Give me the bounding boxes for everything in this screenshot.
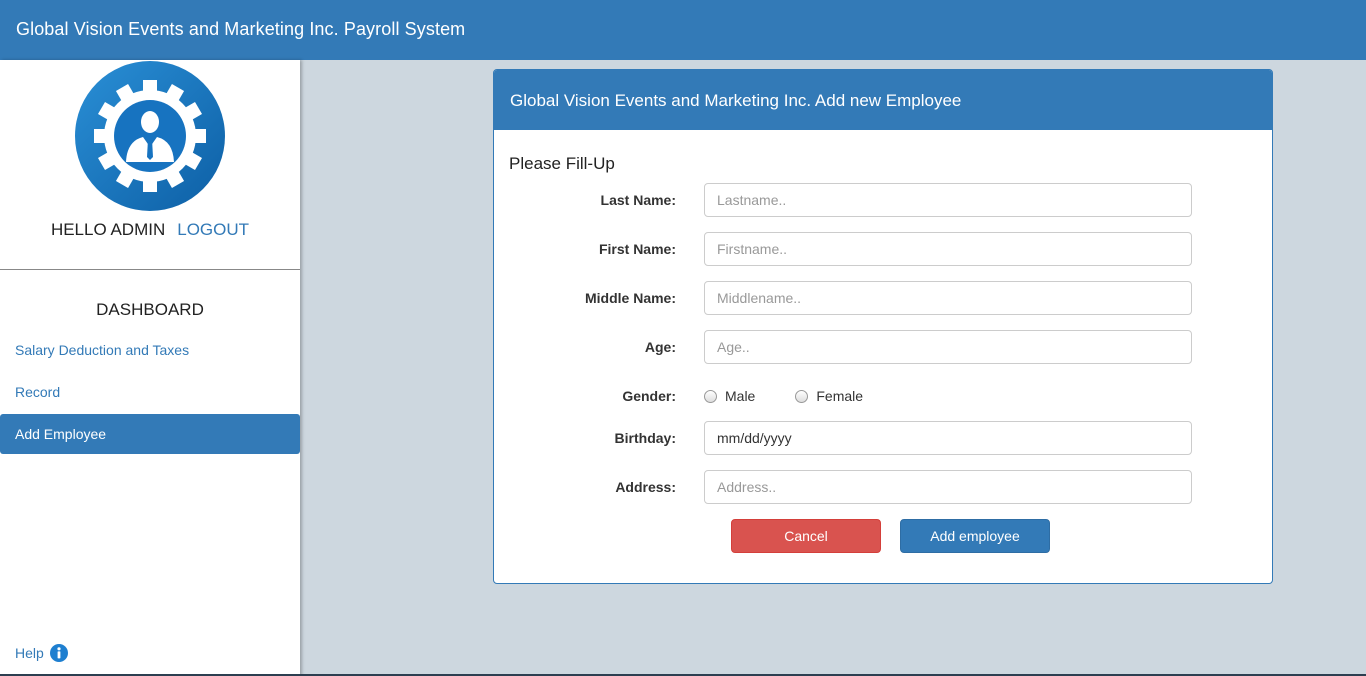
middle-name-label: Middle Name: [584, 290, 676, 306]
info-icon [49, 644, 68, 662]
sidebar-item-add-employee[interactable]: Add Employee [0, 414, 300, 454]
help-label: Help [15, 645, 44, 661]
gender-label: Gender: [622, 388, 676, 404]
address-label: Address: [615, 479, 676, 495]
last-name-label: Last Name: [600, 192, 676, 208]
birthday-input[interactable] [704, 421, 1192, 455]
address-input[interactable] [704, 470, 1192, 504]
middle-name-row: Middle Name: [494, 281, 1272, 315]
gender-male-radio[interactable] [704, 389, 717, 403]
sidebar: HELLO ADMIN LOGOUT DASHBOARD Salary Deduc… [0, 60, 300, 676]
gender-male-label[interactable]: Male [725, 388, 755, 404]
age-row: Age: [494, 330, 1272, 364]
logout-link[interactable]: LOGOUT [177, 220, 249, 239]
birthday-label: Birthday: [614, 430, 676, 446]
admin-gear-icon [75, 61, 225, 211]
gender-radio-group: Male Female [704, 379, 903, 413]
middle-name-input[interactable] [704, 281, 1192, 315]
first-name-input[interactable] [704, 232, 1192, 266]
panel-title: Global Vision Events and Marketing Inc. … [494, 70, 1272, 130]
help-link[interactable]: Help [15, 644, 68, 662]
first-name-label: First Name: [598, 241, 676, 257]
top-bar: Global Vision Events and Marketing Inc. … [0, 0, 1366, 60]
sidebar-item-record[interactable]: Record [0, 372, 300, 412]
gender-female-radio[interactable] [795, 389, 809, 403]
last-name-input[interactable] [704, 183, 1192, 217]
age-input[interactable] [704, 330, 1192, 364]
address-row: Address: [494, 470, 1272, 504]
add-employee-panel: Global Vision Events and Marketing Inc. … [493, 69, 1273, 584]
add-employee-button[interactable]: Add employee [900, 519, 1050, 553]
age-label: Age: [644, 339, 676, 355]
cancel-button[interactable]: Cancel [731, 519, 881, 553]
form-subtitle: Please Fill-Up [509, 154, 615, 173]
app-title: Global Vision Events and Marketing Inc. … [16, 19, 466, 39]
greeting: HELLO ADMIN LOGOUT [0, 220, 300, 240]
greeting-text: HELLO ADMIN [50, 220, 166, 239]
last-name-row: Last Name: [494, 183, 1272, 217]
sidebar-divider [0, 269, 300, 270]
gender-female-label[interactable]: Female [816, 388, 863, 404]
first-name-row: First Name: [494, 232, 1272, 266]
sidebar-item-salary-deduction[interactable]: Salary Deduction and Taxes [0, 330, 300, 370]
dashboard-title: DASHBOARD [96, 300, 204, 319]
gender-row: Gender: Male Female [494, 379, 1272, 413]
birthday-row: Birthday: [494, 421, 1272, 455]
